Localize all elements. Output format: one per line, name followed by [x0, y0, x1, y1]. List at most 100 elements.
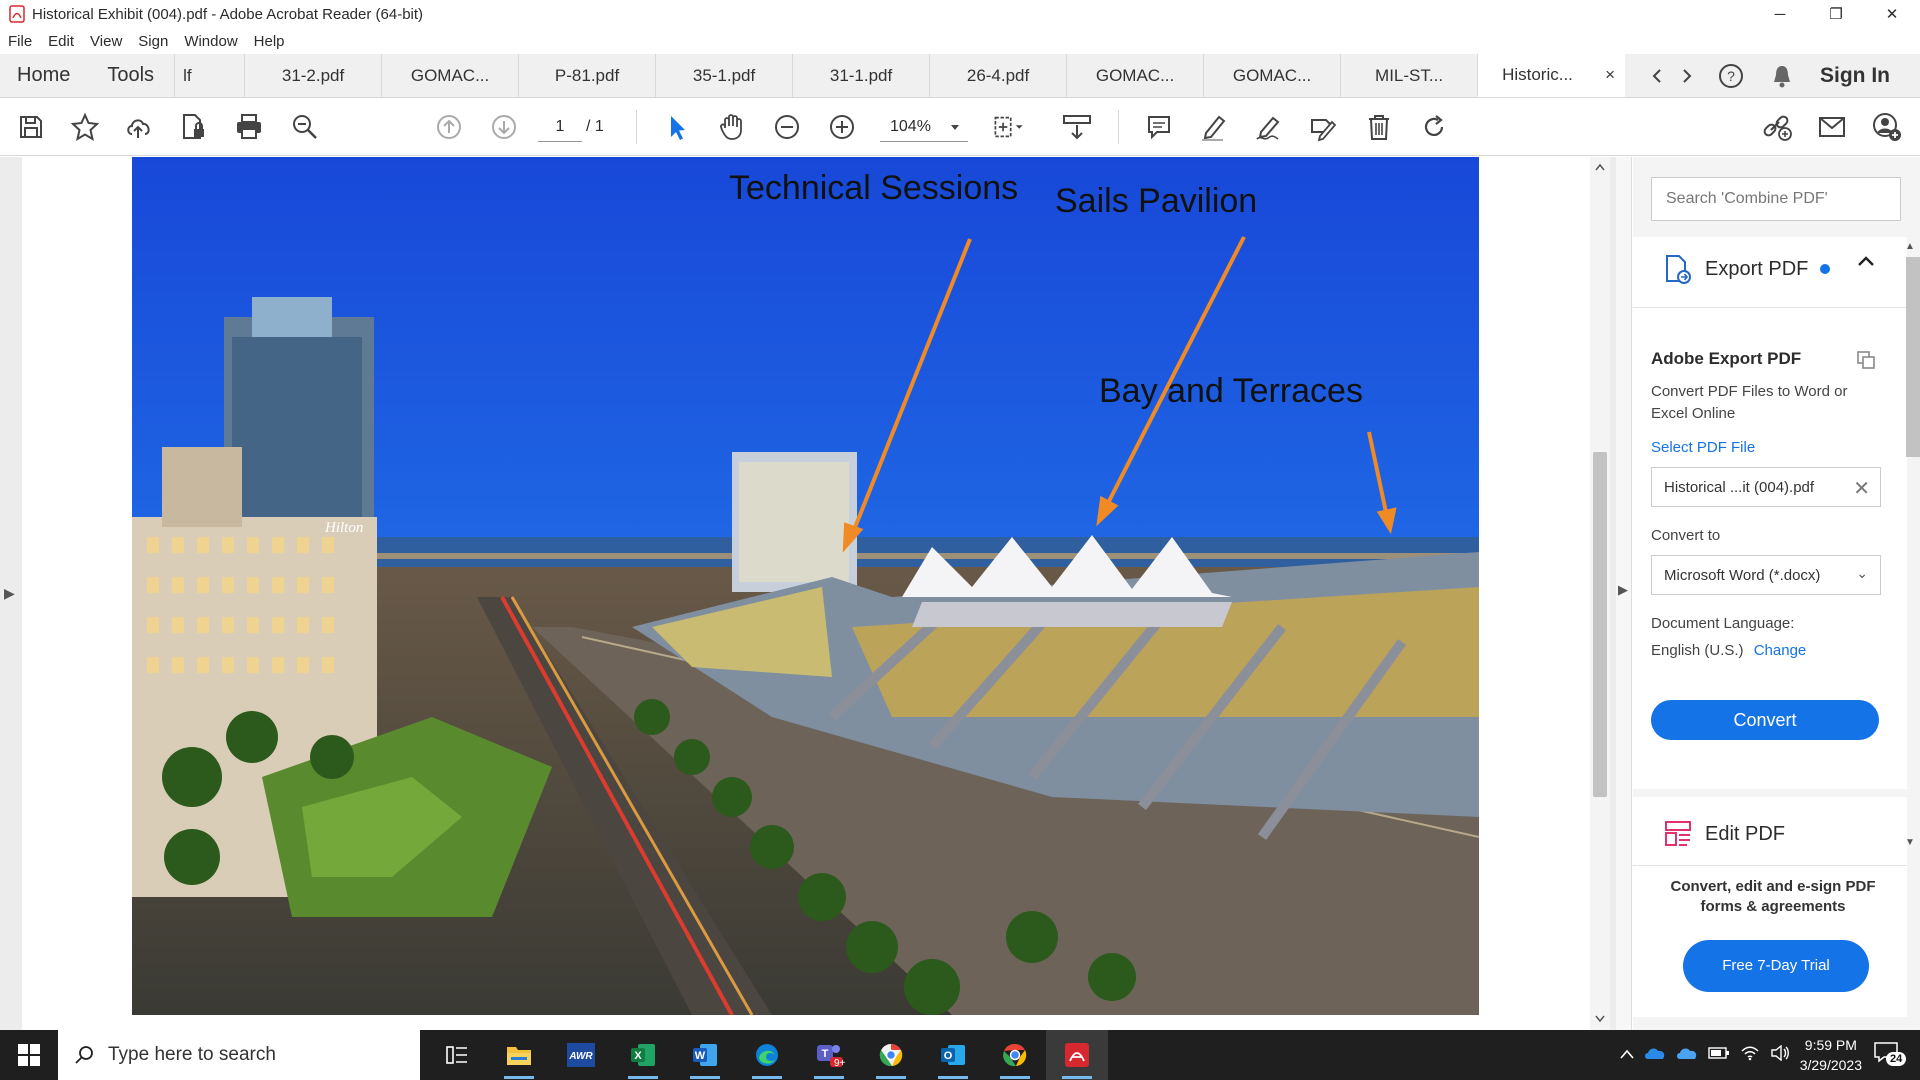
doc-tab-partial[interactable]: lf: [174, 54, 244, 97]
share-link-icon[interactable]: [1760, 110, 1794, 144]
highlight-pen-icon[interactable]: [1197, 110, 1231, 144]
toolbar-divider: [1118, 110, 1119, 144]
doc-tab[interactable]: GOMAC...: [381, 54, 518, 97]
doc-tab-active[interactable]: Historic... ×: [1477, 54, 1626, 97]
tab-scroll-right-icon[interactable]: [1672, 68, 1702, 84]
close-window-button[interactable]: ✕: [1864, 0, 1920, 28]
menu-file[interactable]: File: [0, 33, 40, 50]
onedrive-icon[interactable]: [1644, 1046, 1666, 1065]
show-hidden-icons-icon[interactable]: [1620, 1046, 1634, 1064]
select-cursor-icon[interactable]: [660, 110, 694, 144]
panel-scroll-up-icon[interactable]: ▲: [1905, 241, 1915, 252]
doc-tab[interactable]: P-81.pdf: [518, 54, 655, 97]
edit-stamp-icon[interactable]: [1306, 110, 1340, 144]
awr-app-icon[interactable]: AWR: [550, 1030, 612, 1080]
file-explorer-icon[interactable]: [488, 1030, 550, 1080]
page-fit-icon[interactable]: [992, 110, 1026, 144]
hand-tool-icon[interactable]: [715, 110, 749, 144]
task-view-icon[interactable]: [426, 1030, 488, 1080]
tab-scroll-left-icon[interactable]: [1642, 68, 1672, 84]
menu-help[interactable]: Help: [246, 33, 293, 50]
comment-icon[interactable]: [1142, 110, 1176, 144]
save-icon[interactable]: [14, 110, 48, 144]
document-language-value: English (U.S.): [1651, 642, 1744, 659]
doc-tab[interactable]: 31-1.pdf: [792, 54, 929, 97]
doc-tab[interactable]: 31-2.pdf: [244, 54, 381, 97]
panel-scrollbar-thumb[interactable]: [1906, 257, 1920, 457]
edit-pdf-header[interactable]: Edit PDF: [1663, 819, 1785, 849]
scrollbar-thumb[interactable]: [1593, 452, 1607, 797]
doc-tab[interactable]: MIL-ST...: [1340, 54, 1477, 97]
search-zoom-icon[interactable]: [288, 110, 322, 144]
excel-icon[interactable]: X: [612, 1030, 674, 1080]
help-icon[interactable]: ?: [1702, 63, 1760, 89]
menu-view[interactable]: View: [82, 33, 130, 50]
prev-page-icon[interactable]: [432, 110, 466, 144]
doc-tab[interactable]: 26-4.pdf: [929, 54, 1066, 97]
free-trial-button[interactable]: Free 7-Day Trial: [1683, 940, 1869, 992]
doc-tab[interactable]: GOMAC...: [1066, 54, 1203, 97]
menu-edit[interactable]: Edit: [40, 33, 82, 50]
rotate-icon[interactable]: [1417, 110, 1451, 144]
page-number-input[interactable]: 1: [538, 112, 582, 142]
scroll-down-icon[interactable]: [1595, 1015, 1605, 1023]
selected-file-field[interactable]: Historical ...it (004).pdf ✕: [1651, 467, 1881, 507]
fill-sign-icon[interactable]: [1252, 110, 1286, 144]
panel-search-input[interactable]: Search 'Combine PDF': [1651, 177, 1901, 221]
teams-icon[interactable]: T 9+: [798, 1030, 860, 1080]
doc-tab[interactable]: 35-1.pdf: [655, 54, 792, 97]
change-language-link[interactable]: Change: [1754, 642, 1807, 659]
volume-icon[interactable]: [1770, 1044, 1790, 1066]
battery-icon[interactable]: [1708, 1046, 1730, 1065]
notification-center-icon[interactable]: 24: [1872, 1040, 1908, 1070]
clock[interactable]: 9:59 PM 3/29/2023: [1800, 1035, 1862, 1075]
start-button[interactable]: [0, 1030, 58, 1080]
convert-to-select[interactable]: Microsoft Word (*.docx) ⌄: [1651, 555, 1881, 595]
panel-scroll-down-icon[interactable]: ▼: [1905, 837, 1915, 848]
menu-sign[interactable]: Sign: [130, 33, 176, 50]
onedrive-business-icon[interactable]: [1676, 1046, 1698, 1065]
left-panel-toggle-icon[interactable]: ▶: [4, 585, 15, 602]
acrobat-taskbar-icon[interactable]: [1046, 1030, 1108, 1080]
zoom-out-icon[interactable]: [770, 110, 804, 144]
trash-icon[interactable]: [1362, 110, 1396, 144]
upload-cloud-icon[interactable]: [122, 110, 156, 144]
clock-time: 9:59 PM: [1804, 1037, 1857, 1053]
sign-in-button[interactable]: Sign In: [1804, 64, 1920, 88]
email-icon[interactable]: [1815, 110, 1849, 144]
close-tab-icon[interactable]: ×: [1605, 65, 1615, 85]
taskbar-search[interactable]: Type here to search: [58, 1030, 420, 1080]
chrome-icon[interactable]: [984, 1030, 1046, 1080]
copy-icon[interactable]: [1855, 349, 1877, 371]
bell-icon[interactable]: [1760, 64, 1804, 88]
system-tray: 9:59 PM 3/29/2023 24: [1620, 1035, 1920, 1075]
wifi-icon[interactable]: [1740, 1045, 1760, 1066]
minimize-button[interactable]: ─: [1752, 0, 1808, 28]
chevron-up-icon[interactable]: [1857, 255, 1875, 267]
remove-file-icon[interactable]: ✕: [1853, 476, 1870, 501]
restore-button[interactable]: ❐: [1808, 0, 1864, 28]
chrome-alt-icon[interactable]: [860, 1030, 922, 1080]
document-lock-icon[interactable]: [177, 110, 211, 144]
convert-button[interactable]: Convert: [1651, 700, 1879, 740]
edge-icon[interactable]: [736, 1030, 798, 1080]
star-icon[interactable]: [68, 110, 102, 144]
right-panel-toggle[interactable]: ▶: [1616, 157, 1632, 1030]
zoom-in-icon[interactable]: [825, 110, 859, 144]
scroll-up-icon[interactable]: [1595, 163, 1605, 171]
select-pdf-file-link[interactable]: Select PDF File: [1651, 439, 1755, 456]
add-user-icon[interactable]: [1870, 110, 1904, 144]
outlook-icon[interactable]: O: [922, 1030, 984, 1080]
tab-tools[interactable]: Tools: [90, 54, 174, 97]
scroll-mode-icon[interactable]: [1060, 110, 1094, 144]
doc-tab[interactable]: GOMAC...: [1203, 54, 1340, 97]
menu-window[interactable]: Window: [176, 33, 245, 50]
next-page-icon[interactable]: [487, 110, 521, 144]
word-icon[interactable]: W: [674, 1030, 736, 1080]
new-badge-icon: [1820, 264, 1831, 274]
export-pdf-header[interactable]: Export PDF: [1663, 253, 1831, 285]
zoom-level-select[interactable]: 104%: [880, 112, 968, 142]
document-scrollbar[interactable]: [1590, 157, 1610, 1030]
print-icon[interactable]: [232, 110, 266, 144]
tab-home[interactable]: Home: [0, 54, 90, 97]
